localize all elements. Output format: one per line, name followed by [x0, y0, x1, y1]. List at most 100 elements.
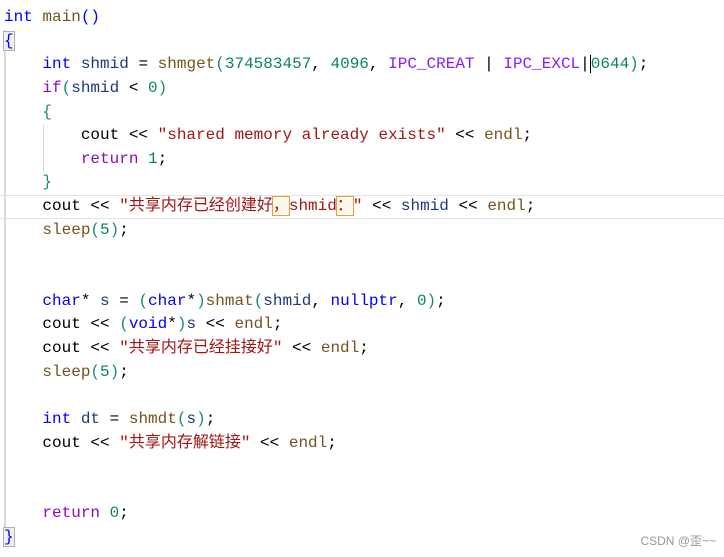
code-token: <: [119, 78, 149, 97]
code-token: }: [42, 173, 53, 192]
code-token: shmat: [205, 291, 254, 310]
code-line[interactable]: sleep(5);: [0, 219, 724, 243]
code-token: ;: [327, 433, 337, 452]
code-token: endl: [320, 338, 360, 357]
code-token: ): [426, 291, 437, 310]
code-line[interactable]: int shmid = shmget(374583457, 4096, IPC_…: [0, 53, 724, 77]
code-token: ,: [311, 55, 331, 74]
code-line[interactable]: return 1;: [0, 148, 724, 172]
code-line[interactable]: char* s = (char*)shmat(shmid, nullptr, 0…: [0, 290, 724, 314]
code-token: nullptr: [330, 291, 398, 310]
code-token: int: [4, 8, 33, 26]
code-line[interactable]: cout << "共享内存解链接" << endl;: [0, 432, 724, 456]
code-token: <<: [448, 197, 488, 216]
code-token: ;: [119, 220, 129, 239]
code-token: ): [157, 78, 168, 97]
code-token: ,: [397, 291, 417, 310]
code-token: shmdt: [128, 409, 177, 428]
code-token: shmid: [263, 291, 312, 310]
code-line[interactable]: sleep(5);: [0, 361, 724, 385]
code-token: <<: [362, 197, 401, 216]
code-line[interactable]: }: [0, 526, 724, 550]
code-token: char: [148, 291, 187, 310]
code-token: ;: [638, 55, 649, 74]
code-line[interactable]: int main(): [0, 6, 724, 30]
code-token: ): [196, 409, 206, 428]
code-token: "共享内存已经创建好: [119, 197, 273, 216]
code-token: <<: [250, 433, 289, 452]
code-line[interactable]: int dt = shmdt(s);: [0, 408, 724, 432]
code-token: ;: [525, 197, 536, 216]
code-token: 0: [416, 291, 427, 310]
code-token: s: [186, 409, 197, 428]
code-token: ：: [335, 196, 354, 217]
code-token: int: [42, 409, 72, 428]
code-token: <<: [445, 126, 485, 145]
code-editor[interactable]: int main(){ int shmid = shmget(374583457…: [0, 6, 724, 550]
code-line[interactable]: {: [0, 101, 724, 125]
code-token: main: [42, 8, 81, 26]
code-line[interactable]: if(shmid < 0): [0, 77, 724, 101]
code-token: (: [90, 220, 101, 239]
code-line[interactable]: return 0;: [0, 502, 724, 526]
code-token: ,: [311, 291, 331, 310]
code-token: 374583457: [224, 55, 312, 74]
code-line[interactable]: [0, 455, 724, 479]
code-token: ;: [272, 315, 283, 334]
code-token: s: [186, 315, 197, 334]
code-line[interactable]: [0, 384, 724, 408]
code-token: ，: [271, 196, 290, 217]
code-line[interactable]: cout << (void*)s << endl;: [0, 313, 724, 337]
code-line[interactable]: cout << "共享内存已经创建好，shmid：" << shmid << e…: [0, 195, 724, 219]
code-line[interactable]: cout << "shared memory already exists" <…: [0, 124, 724, 148]
code-token: *: [80, 291, 101, 310]
code-token: IPC_CREAT: [388, 55, 475, 74]
code-line[interactable]: [0, 266, 724, 290]
code-token: }: [3, 527, 15, 548]
code-token: ;: [119, 362, 129, 381]
code-line[interactable]: }: [0, 171, 724, 195]
code-token: s: [100, 291, 110, 310]
code-token: dt: [80, 409, 101, 428]
code-token: ): [109, 220, 120, 239]
code-token: ,: [368, 55, 389, 74]
code-token: if: [42, 78, 62, 97]
code-token: *: [167, 315, 177, 334]
code-token: IPC_EXCL: [503, 55, 581, 74]
code-token: <<: [196, 315, 235, 334]
code-token: endl: [288, 433, 328, 452]
code-token: cout <<: [4, 338, 120, 357]
code-token: 0: [148, 78, 158, 97]
code-token: ;: [157, 149, 168, 168]
code-token: (: [138, 291, 149, 310]
code-token: void: [128, 315, 168, 334]
code-token: (: [215, 55, 225, 74]
code-token: char: [42, 291, 81, 310]
code-token: "shared memory already exists": [157, 126, 446, 145]
code-token: cout <<: [4, 126, 158, 145]
code-line[interactable]: {: [0, 30, 724, 54]
code-token: ): [629, 55, 639, 74]
code-token: shmid: [288, 197, 337, 216]
code-token: return: [42, 504, 101, 523]
code-line[interactable]: cout << "共享内存已经挂接好" << endl;: [0, 337, 724, 361]
code-token: int: [42, 55, 72, 74]
code-token: (): [80, 8, 101, 26]
code-token: cout <<: [4, 197, 120, 216]
code-token: sleep: [42, 220, 91, 239]
code-token: {: [3, 30, 15, 51]
code-token: "共享内存解链接": [119, 433, 251, 452]
code-token: (: [61, 78, 72, 97]
code-token: cout <<: [4, 433, 120, 452]
code-line[interactable]: [0, 479, 724, 503]
code-line[interactable]: [0, 242, 724, 266]
